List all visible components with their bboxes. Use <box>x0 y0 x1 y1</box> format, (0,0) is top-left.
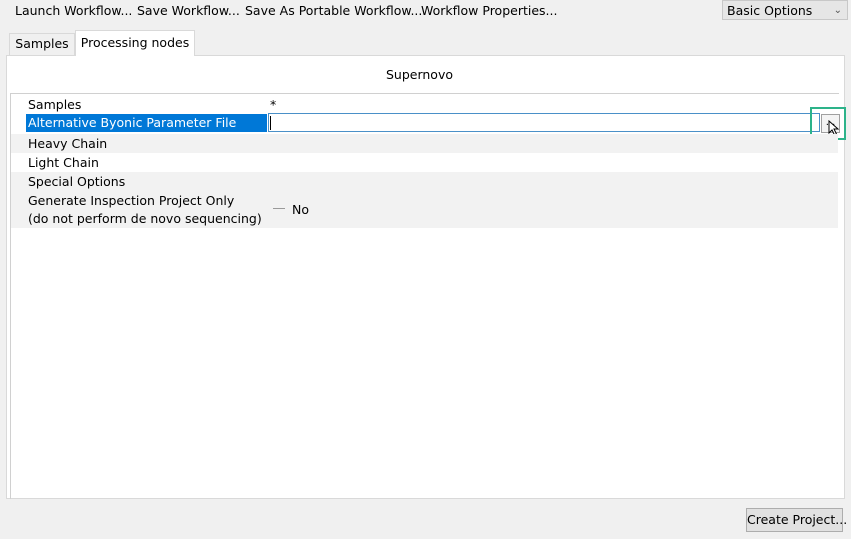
save-portable-workflow-button[interactable]: Save As Portable Workflow... <box>245 0 422 22</box>
row-label-note: (do not perform de novo sequencing) <box>28 211 262 226</box>
grid-row-generate-inspection[interactable]: Generate Inspection Project Only (do not… <box>11 191 838 228</box>
dash-icon <box>273 208 285 209</box>
row-label: Samples <box>28 97 82 112</box>
workflow-properties-button[interactable]: Workflow Properties... <box>421 0 557 22</box>
tab-samples[interactable]: Samples <box>9 33 75 55</box>
create-project-button[interactable]: Create Project... <box>746 508 847 532</box>
panel-title: Supernovo <box>385 67 454 82</box>
row-value: * <box>270 97 277 112</box>
row-label: Heavy Chain <box>28 136 108 151</box>
tab-processing-nodes[interactable]: Processing nodes <box>75 30 195 56</box>
text-caret <box>270 116 271 130</box>
row-value[interactable]: No <box>292 202 309 217</box>
parameter-file-input[interactable] <box>268 113 820 132</box>
grid-row-samples[interactable]: Samples * <box>11 96 838 114</box>
options-dropdown-value: Basic Options <box>727 3 813 18</box>
grid-row-light-chain[interactable]: Light Chain <box>11 153 838 172</box>
grid-row-special-options[interactable]: Special Options <box>11 172 838 191</box>
grid-row-heavy-chain[interactable]: Heavy Chain <box>11 134 838 153</box>
launch-workflow-button[interactable]: Launch Workflow... <box>15 0 132 22</box>
row-label-selected[interactable]: Alternative Byonic Parameter File <box>26 114 267 132</box>
row-label: Light Chain <box>28 155 99 170</box>
options-dropdown[interactable]: Basic Options ⌄ <box>722 0 848 20</box>
row-label: Special Options <box>28 174 126 189</box>
row-label: Generate Inspection Project Only <box>28 193 235 208</box>
chevron-down-icon: ⌄ <box>833 5 842 16</box>
save-workflow-button[interactable]: Save Workflow... <box>137 0 240 22</box>
